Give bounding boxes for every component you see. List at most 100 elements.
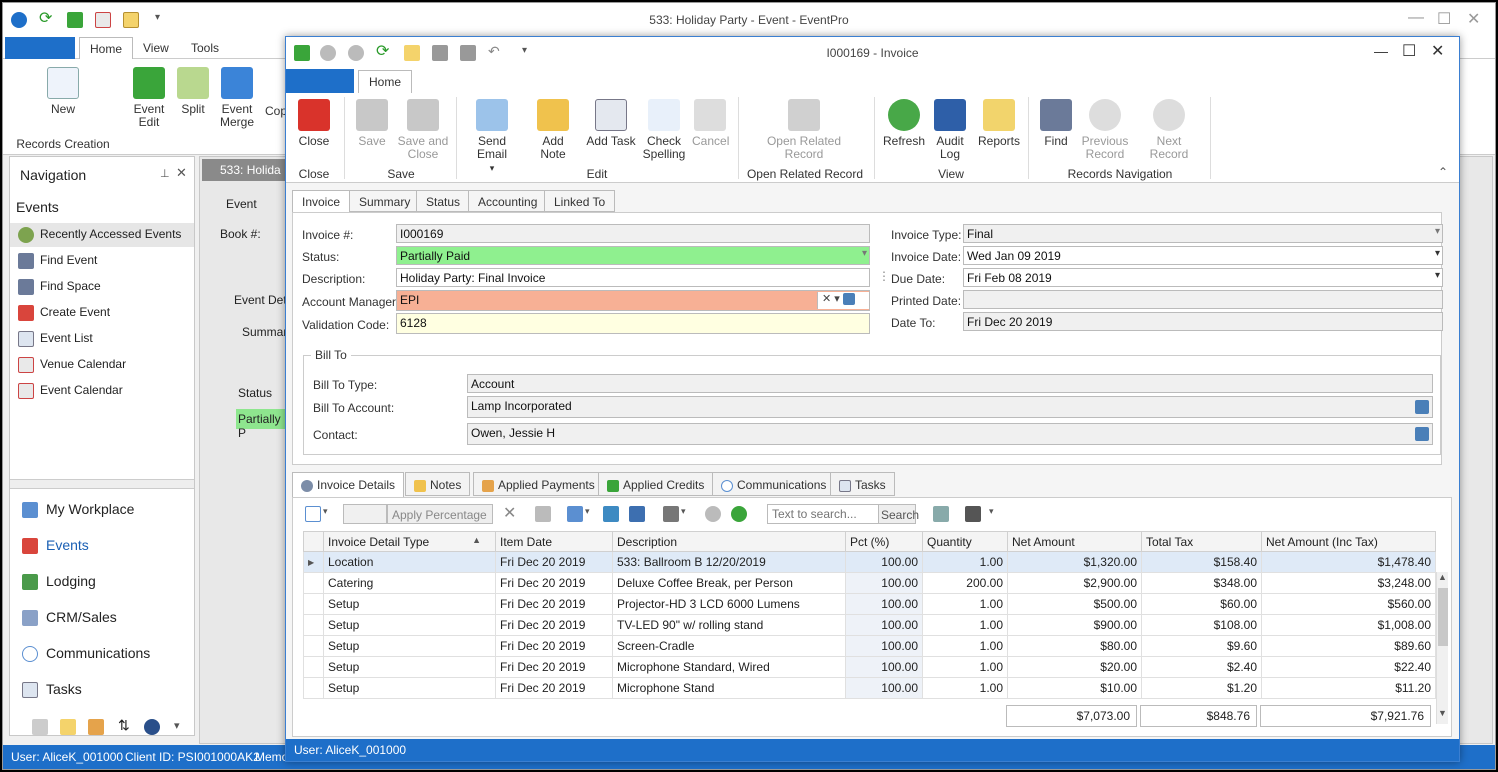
add-note-button[interactable]: Add Note	[528, 99, 578, 161]
invoice-type-field[interactable]: Final ▾	[963, 224, 1443, 243]
open-related-record-button[interactable]: Open Related Record	[764, 99, 844, 161]
close-icon[interactable]: ✕	[1467, 9, 1480, 29]
column-header-net-amount-inc-tax[interactable]: Net Amount (Inc Tax)	[1261, 531, 1436, 552]
validation-code-field[interactable]: 6128	[396, 313, 870, 334]
column-header-description[interactable]: Description	[612, 531, 846, 552]
down-arrow-icon[interactable]	[731, 506, 747, 522]
event-merge-button[interactable]: Event Merge	[217, 67, 257, 129]
scroll-down-icon[interactable]: ▼	[1438, 708, 1447, 718]
tab-summary[interactable]: Summary	[349, 190, 421, 212]
tab-status[interactable]: Status	[416, 190, 471, 212]
table-row[interactable]: Catering Fri Dec 20 2019 Deluxe Coffee Bre…	[303, 572, 1436, 594]
close-button[interactable]: Close	[296, 99, 332, 148]
event-document-tab[interactable]: 533: Holida	[202, 159, 290, 181]
table-row[interactable]: ▶ Location Fri Dec 20 2019 533: Ballroom B …	[303, 551, 1436, 573]
chevron-down-icon[interactable]: ▾	[989, 506, 994, 517]
save-button[interactable]: Save	[354, 99, 390, 148]
bill-to-account-field[interactable]: Lamp Incorporated	[467, 396, 1433, 418]
close-icon[interactable]: ✕	[1431, 41, 1444, 61]
lookup-icon[interactable]	[1415, 400, 1429, 414]
tab-invoice-details[interactable]: Invoice Details	[292, 472, 405, 498]
due-date-field[interactable]: Fri Feb 08 2019 ▾	[963, 268, 1443, 287]
nav-recently-accessed-events[interactable]: Recently Accessed Events	[18, 227, 181, 243]
splitter-dots[interactable]: ⋮	[878, 269, 890, 283]
pin-icon[interactable]: ⊥	[160, 167, 170, 180]
minimize-icon[interactable]: —	[1408, 9, 1424, 27]
find-icon[interactable]	[933, 506, 949, 522]
chevron-down-icon[interactable]: ▾	[323, 506, 328, 517]
tab-applied-payments[interactable]: Applied Payments	[473, 472, 604, 496]
nav-crm-sales[interactable]: CRM/Sales	[22, 609, 117, 627]
scroll-up-icon[interactable]: ▲	[1438, 572, 1447, 582]
row-indicator[interactable]: ▶	[303, 551, 324, 573]
chevron-down-icon[interactable]: ▾	[174, 719, 180, 732]
tab-view[interactable]: View	[143, 41, 169, 55]
reports-button[interactable]: Reports	[976, 99, 1022, 148]
clipboard-icon[interactable]	[60, 719, 76, 735]
description-field[interactable]: Holiday Party: Final Invoice	[396, 268, 870, 287]
column-header-quantity[interactable]: Quantity	[922, 531, 1008, 552]
tab-linked-to[interactable]: Linked To	[544, 190, 616, 212]
table-row[interactable]: Setup Fri Dec 20 2019 Projector-HD 3 LCD 6…	[303, 593, 1436, 615]
column-header-item-date[interactable]: Item Date	[495, 531, 613, 552]
export-icon[interactable]	[603, 506, 619, 522]
close-pane-icon[interactable]: ✕	[176, 165, 187, 181]
nav-events[interactable]: Events	[22, 537, 89, 555]
percentage-input[interactable]	[343, 504, 387, 524]
maximize-icon[interactable]: ☐	[1437, 9, 1451, 29]
row-indicator[interactable]	[303, 635, 324, 657]
column-header-detail-type[interactable]: Invoice Detail Type ▲	[323, 531, 496, 552]
sort-arrows-icon[interactable]: ⇅	[118, 717, 130, 734]
nav-event-calendar[interactable]: Event Calendar	[18, 383, 123, 399]
tab-home[interactable]: Home	[79, 37, 134, 60]
maximize-icon[interactable]: ☐	[1402, 41, 1416, 61]
table-row[interactable]: Setup Fri Dec 20 2019 Screen-Cradle 100.00 1…	[303, 635, 1436, 657]
clear-icon[interactable]: ✕	[822, 293, 831, 305]
send-email-button[interactable]: Send Email ▾	[464, 99, 520, 175]
find-button[interactable]: Find	[1038, 99, 1074, 148]
tab-notes[interactable]: Notes	[405, 472, 471, 496]
scrollbar-thumb[interactable]	[1438, 588, 1448, 646]
documents-icon[interactable]	[88, 719, 104, 735]
tab-home[interactable]: Home	[358, 70, 413, 93]
table-row[interactable]: Setup Fri Dec 20 2019 Microphone Standard,…	[303, 656, 1436, 678]
delete-icon[interactable]: ✕	[503, 503, 516, 523]
nav-venue-calendar[interactable]: Venue Calendar	[18, 357, 126, 373]
check-spelling-button[interactable]: Check Spelling	[642, 99, 686, 161]
save-and-close-button[interactable]: Save and Close	[396, 99, 450, 161]
cancel-button[interactable]: Cancel	[692, 99, 729, 148]
vertical-scrollbar[interactable]	[1436, 572, 1448, 724]
account-manager-field[interactable]: EPI ✕ ▾	[396, 290, 870, 311]
table-row[interactable]: Setup Fri Dec 20 2019 Microphone Stand 100.…	[303, 677, 1436, 699]
column-header-total-tax[interactable]: Total Tax	[1141, 531, 1262, 552]
row-indicator[interactable]	[303, 656, 324, 678]
collapse-ribbon-icon[interactable]: ⌃	[1438, 165, 1448, 179]
bill-to-type-field[interactable]: Account	[467, 374, 1433, 393]
nav-create-event[interactable]: Create Event	[18, 305, 110, 321]
date-to-field[interactable]: Fri Dec 20 2019	[963, 312, 1443, 331]
nav-event-list[interactable]: Event List	[18, 331, 93, 347]
tab-tasks[interactable]: Tasks	[830, 472, 895, 496]
tab-invoice[interactable]: Invoice	[292, 190, 351, 214]
tab-communications[interactable]: Communications	[712, 472, 836, 496]
invoice-number-field[interactable]: I000169	[396, 224, 870, 243]
chevron-down-icon[interactable]: ▾	[834, 293, 840, 305]
save-icon[interactable]	[965, 506, 981, 522]
nav-find-space[interactable]: Find Space	[18, 279, 101, 295]
nav-find-event[interactable]: Find Event	[18, 253, 97, 269]
printed-date-field[interactable]	[963, 290, 1443, 309]
nav-my-workplace[interactable]: My Workplace	[22, 501, 134, 519]
splitter-handle[interactable]	[10, 479, 194, 489]
tab-applied-credits[interactable]: Applied Credits	[598, 472, 714, 496]
row-indicator[interactable]	[303, 677, 324, 699]
grid-options-icon[interactable]	[567, 506, 583, 522]
add-task-button[interactable]: Add Task	[586, 99, 636, 148]
globe-icon[interactable]	[144, 719, 160, 735]
lookup-icon[interactable]	[1415, 427, 1429, 441]
split-button[interactable]: Split	[175, 67, 211, 116]
minimize-icon[interactable]: —	[1374, 43, 1388, 59]
new-item-icon[interactable]	[305, 506, 321, 522]
chevron-down-icon[interactable]: ▾	[681, 506, 686, 517]
new-button[interactable]: New	[43, 67, 83, 116]
contact-field[interactable]: Owen, Jessie H	[467, 423, 1433, 445]
